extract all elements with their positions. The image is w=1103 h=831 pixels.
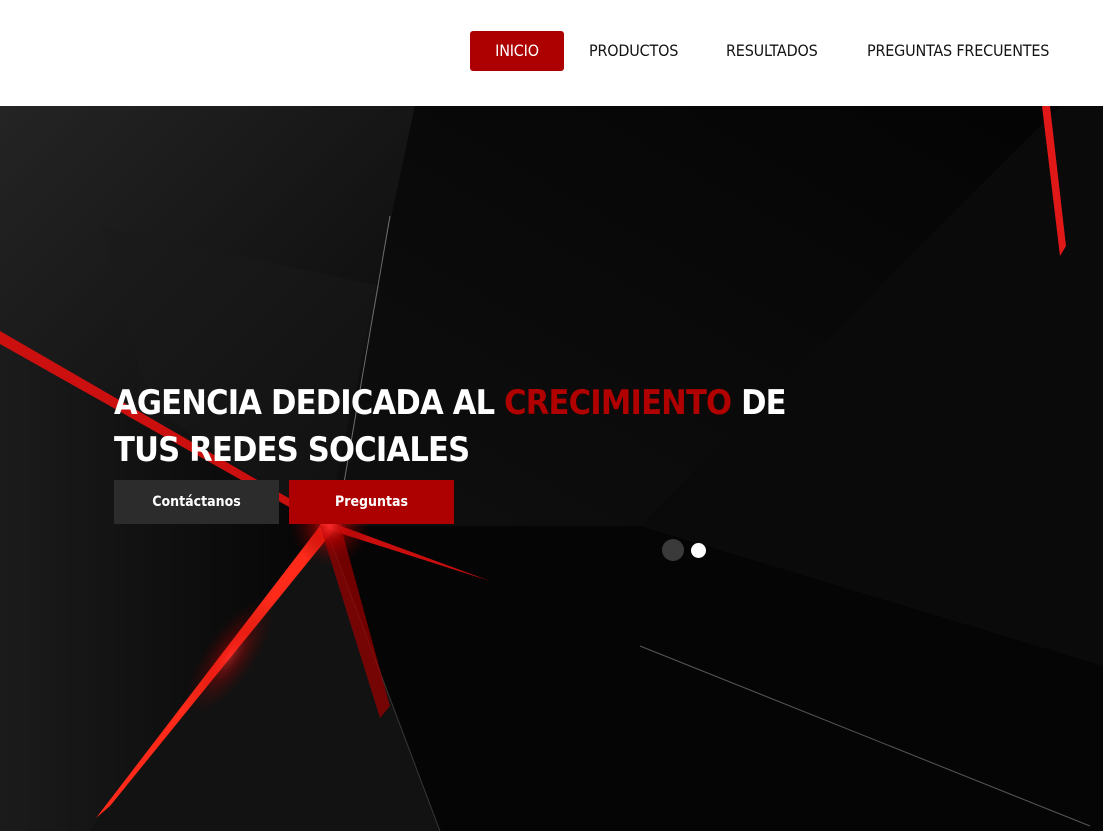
nav-item-inicio[interactable]: INICIO (470, 31, 564, 71)
slider-dot-2[interactable] (691, 543, 706, 558)
site-header: INICIO PRODUCTOS RESULTADOS PREGUNTAS FR… (0, 0, 1103, 106)
faq-button[interactable]: Preguntas (289, 480, 454, 524)
slider-dot-1[interactable] (662, 539, 684, 561)
nav-item-productos[interactable]: PRODUCTOS (589, 31, 678, 71)
headline-text-start: AGENCIA DEDICADA AL (114, 383, 505, 423)
nav-item-preguntas-frecuentes[interactable]: PREGUNTAS FRECUENTES (867, 31, 1049, 71)
contact-button[interactable]: Contáctanos (114, 480, 279, 524)
hero-headline: AGENCIA DEDICADA AL CRECIMIENTO DE TUS R… (114, 380, 814, 474)
headline-highlight: CRECIMIENTO (504, 383, 732, 423)
hero-section: AGENCIA DEDICADA AL CRECIMIENTO DE TUS R… (0, 106, 1103, 831)
nav-item-resultados[interactable]: RESULTADOS (726, 31, 818, 71)
